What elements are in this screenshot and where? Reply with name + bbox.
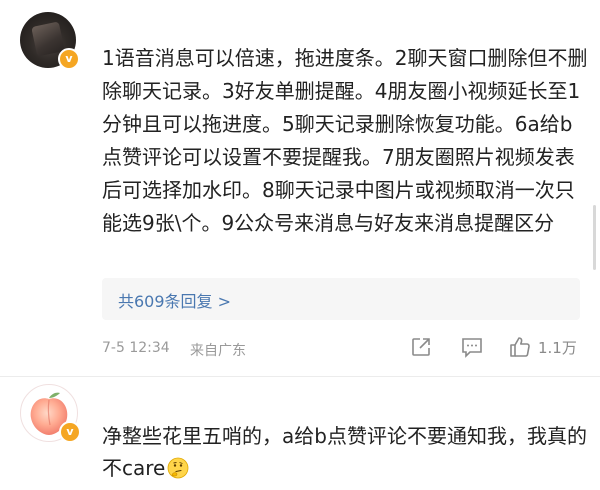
replies-box[interactable]: 共609条回复 > <box>102 278 580 320</box>
share-icon <box>410 336 432 358</box>
view-replies-link[interactable]: 共609条回复 > <box>118 288 231 312</box>
thinking-emoji-icon <box>167 456 189 488</box>
verified-badge-icon: v <box>59 421 81 443</box>
divider <box>0 376 600 377</box>
comment-text: 1语音消息可以倍速，拖进度条。2聊天窗口删除但不删除聊天记录。3好友单删提醒。4… <box>102 46 588 235</box>
comment-timestamp: 7-5 12:34 <box>102 340 170 356</box>
verified-badge-icon: v <box>58 48 80 70</box>
comment-button[interactable] <box>460 334 484 360</box>
comment-icon <box>460 336 484 358</box>
share-button[interactable] <box>410 334 432 360</box>
like-icon <box>508 335 532 359</box>
like-button[interactable]: 1.1万 <box>508 334 577 360</box>
comment-text: 净整些花里五哨的，a给b点赞评论不要通知我，我真的不care <box>102 420 590 488</box>
comment-location: 来自广东 <box>190 343 246 359</box>
like-count: 1.1万 <box>538 338 577 357</box>
avatar[interactable]: v <box>20 12 80 70</box>
comment-feed: v 1语音消息可以倍速，拖进度条。2聊天窗口删除但不删除聊天记录。3好友单删提醒… <box>0 0 600 490</box>
avatar[interactable]: v <box>20 384 81 443</box>
scrollbar[interactable] <box>593 205 596 270</box>
